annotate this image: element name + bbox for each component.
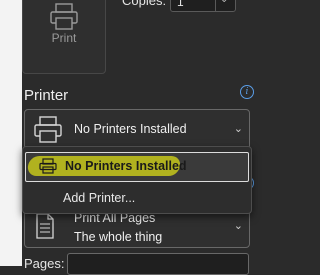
document-pages-icon [36,213,54,239]
printer-icon [39,158,57,174]
copies-value: 1 [177,0,184,9]
info-icon[interactable]: i [240,85,254,99]
printer-section-title: Printer [24,87,69,104]
copies-divider [215,0,216,11]
dropdown-item-label: No Printers Installed [65,159,187,173]
print-panel: Print Copies: 1 ⌄ Printer i No Printers … [22,0,293,275]
dropdown-item-no-printers[interactable]: No Printers Installed [25,152,249,182]
printer-icon [50,3,78,30]
pages-label: Pages: [24,256,65,271]
chevron-down-icon: ⌄ [233,220,243,232]
selected-printer: No Printers Installed [74,122,187,136]
printer-select[interactable]: No Printers Installed ⌄ [24,109,250,151]
left-nav-edge [0,0,22,266]
pages-input[interactable] [67,253,249,275]
printer-dropdown-list: No Printers Installed Add Printer... [22,146,252,214]
add-printer-item[interactable]: Add Printer... [63,191,135,205]
print-button[interactable]: Print [22,0,106,74]
copies-label: Copies: [122,0,167,8]
printer-icon [34,116,62,143]
chevron-down-icon: ⌄ [233,123,243,135]
chevron-down-icon[interactable]: ⌄ [220,0,228,5]
print-range-description: The whole thing [74,230,163,244]
print-button-label: Print [51,31,77,45]
copies-stepper[interactable]: 1 ⌄ [170,0,236,12]
